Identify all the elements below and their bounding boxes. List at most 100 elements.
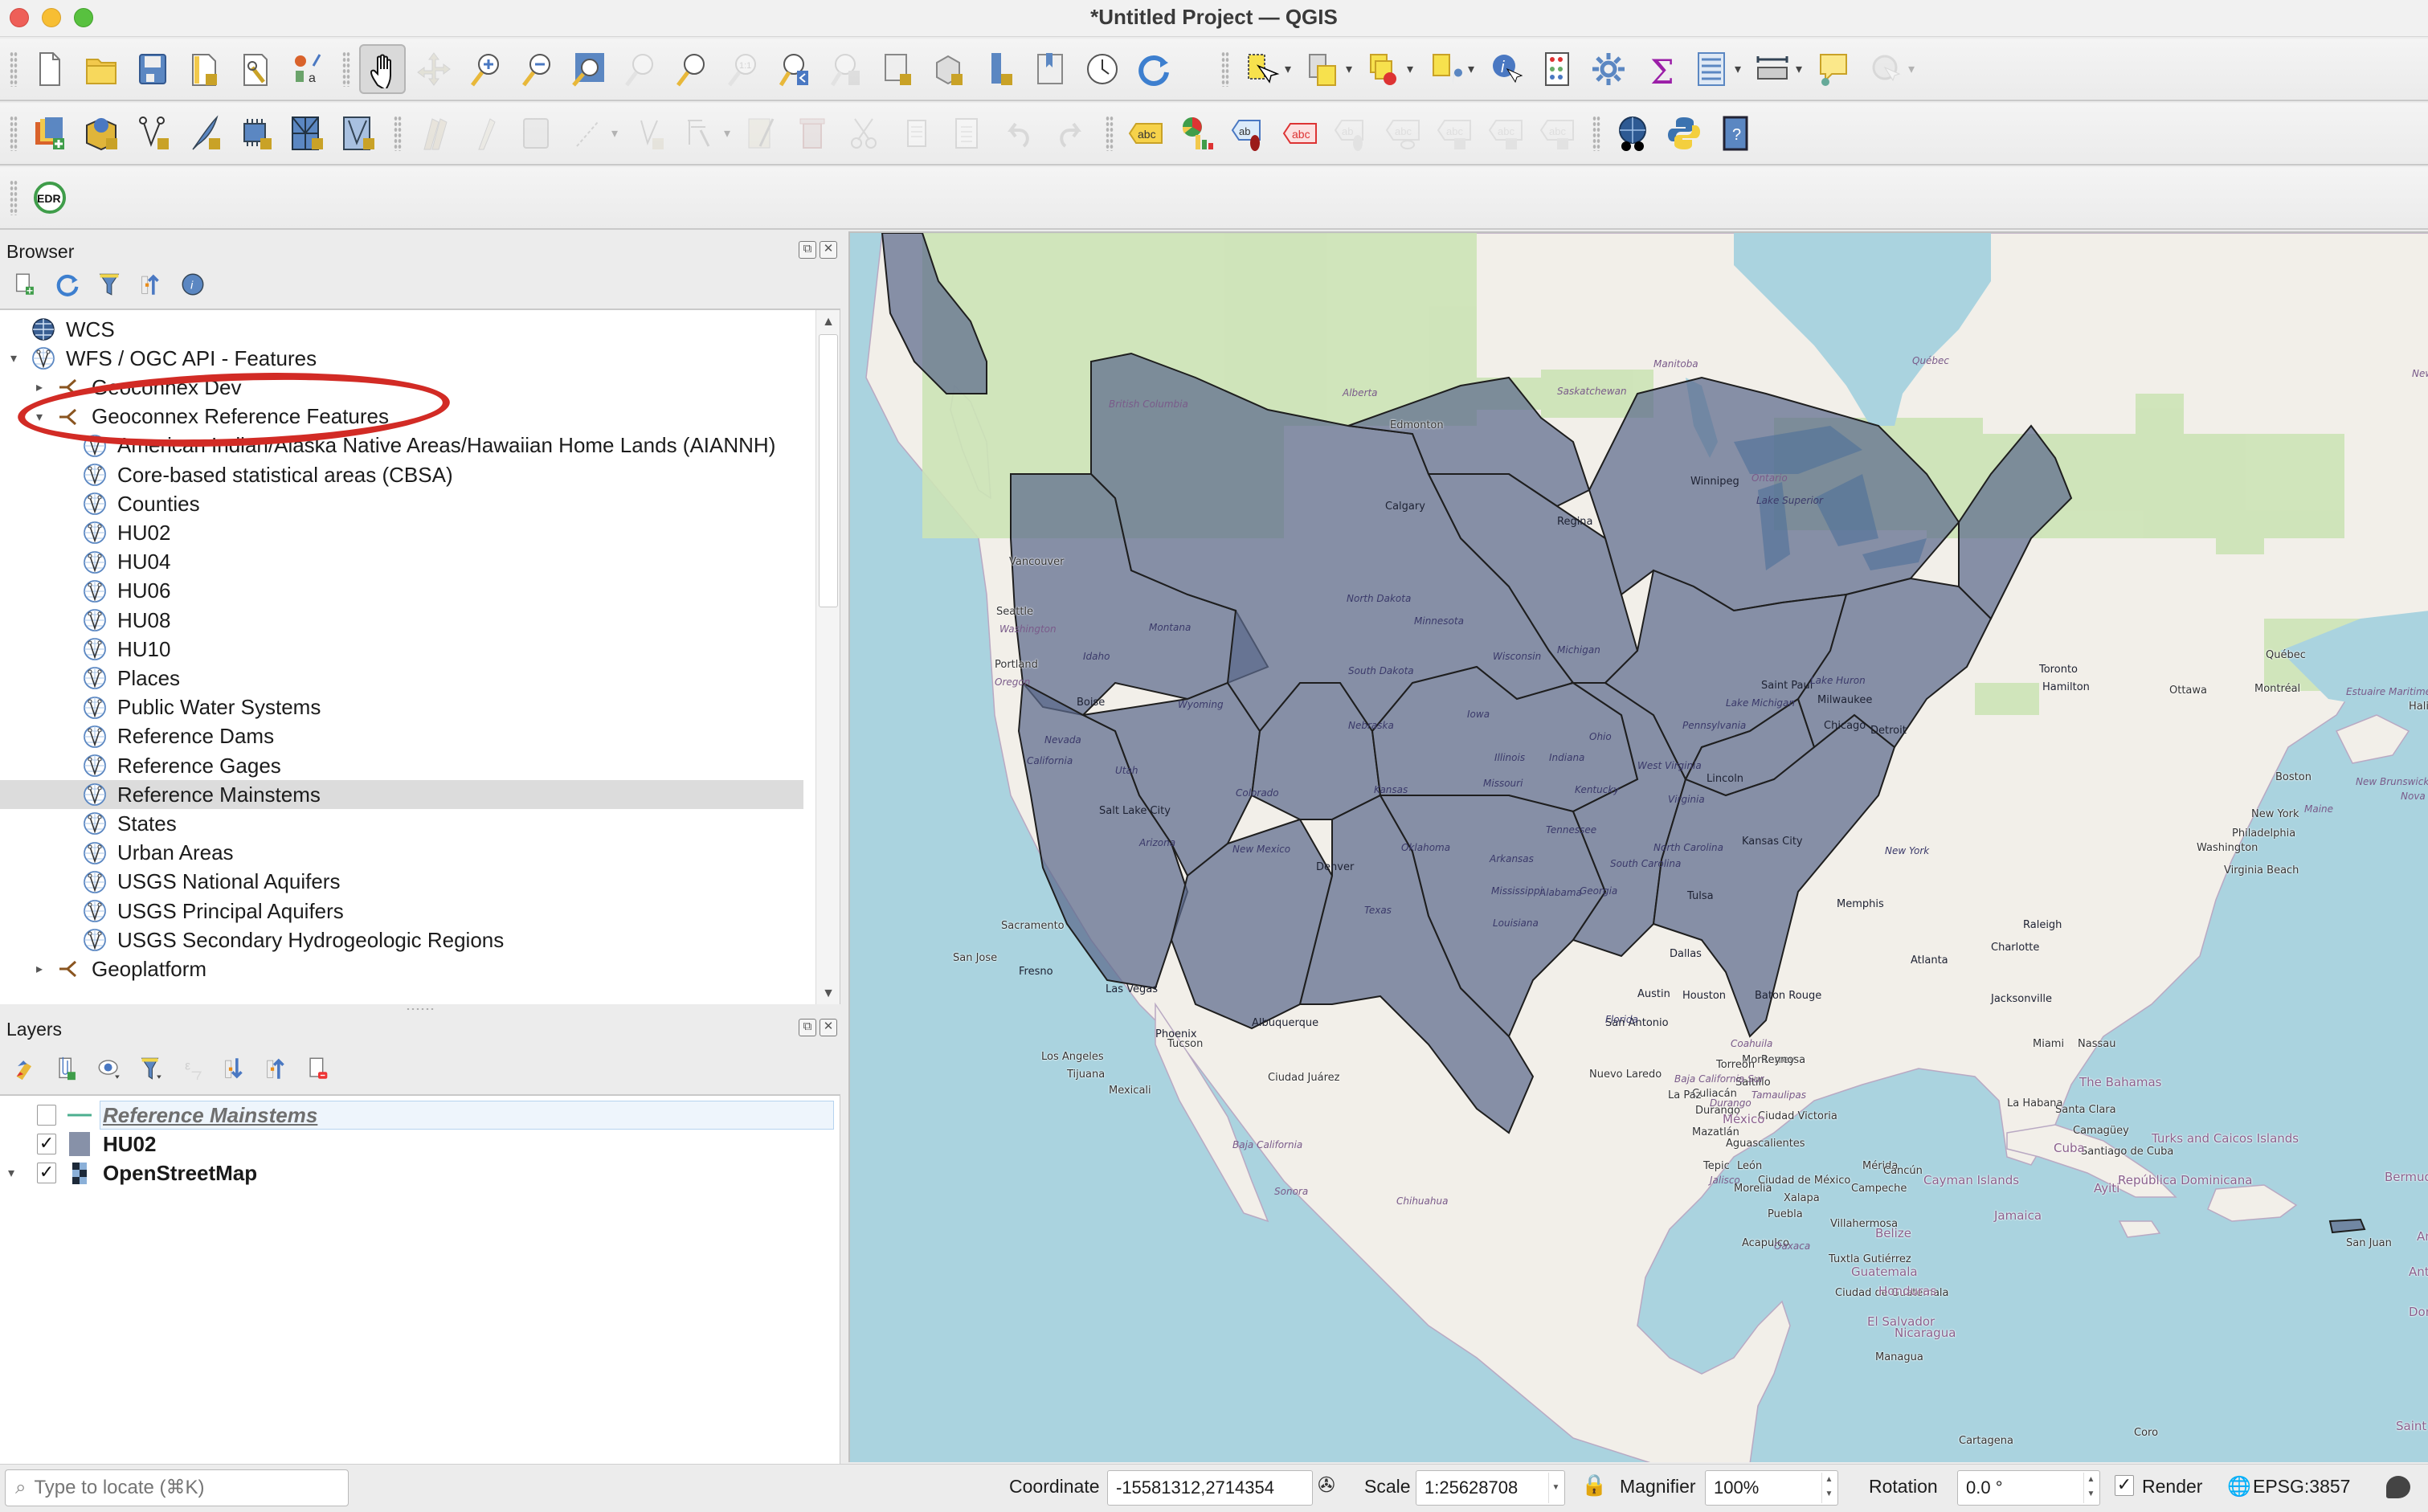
layout-manager-button[interactable] xyxy=(232,44,279,94)
scroll-up-icon[interactable]: ▲ xyxy=(816,310,840,334)
close-panel-button[interactable]: ✕ xyxy=(820,1019,837,1036)
vertex-tool-button[interactable] xyxy=(626,108,672,158)
layer-tree-item[interactable]: ▾ ✓ OpenStreetMap xyxy=(0,1159,836,1187)
metasearch-button[interactable] xyxy=(1609,108,1656,158)
save-project-button[interactable] xyxy=(129,44,176,94)
edr-plugin-button[interactable]: EDR xyxy=(27,173,73,223)
save-layer-edits-button[interactable] xyxy=(513,108,560,158)
multi-edit-button[interactable] xyxy=(738,108,785,158)
browser-tree-item[interactable]: American Indian/Alaska Native Areas/Hawa… xyxy=(0,431,803,460)
statistical-summary-button[interactable]: Σ xyxy=(1637,44,1683,94)
map-canvas[interactable]: Edmonton Calgary Regina Winnipeg Vancouver Se… xyxy=(848,231,2428,1462)
browser-tree-item[interactable]: HU10 xyxy=(0,635,803,664)
undo-button[interactable] xyxy=(995,108,1042,158)
change-label-properties-button[interactable]: abc xyxy=(1534,108,1580,158)
expand-arrow-closed-icon[interactable]: ▸ xyxy=(32,379,47,395)
browser-tree-item[interactable]: Public Water Systems xyxy=(0,693,803,722)
browser-tree-item[interactable]: Reference Dams xyxy=(0,722,803,751)
layer-visibility-checkbox[interactable] xyxy=(37,1105,56,1126)
new-virtual-layer-button[interactable] xyxy=(232,108,279,158)
spin-arrows-icon[interactable]: ▲ ▼ xyxy=(2083,1473,2098,1503)
browser-tree-item[interactable]: USGS National Aquifers xyxy=(0,868,803,897)
rotation-spinbox[interactable]: 0.0 ° ▲ ▼ xyxy=(1957,1470,2100,1506)
toolbar-grip[interactable] xyxy=(10,51,18,87)
open-layer-styling-panel-button[interactable] xyxy=(10,1052,42,1085)
add-group-button[interactable] xyxy=(51,1052,84,1085)
python-console-button[interactable] xyxy=(1661,108,1707,158)
open-field-calculator-button[interactable] xyxy=(1534,44,1580,94)
magnifier-spinbox[interactable]: 100% ▲ ▼ xyxy=(1705,1470,1838,1506)
select-features-button[interactable] xyxy=(1238,44,1285,94)
pan-map-button[interactable] xyxy=(359,44,406,94)
zoom-next-button[interactable] xyxy=(822,44,869,94)
show-spatial-bookmarks-button[interactable] xyxy=(1028,44,1074,94)
add-feature-button[interactable] xyxy=(565,108,611,158)
zoom-in-button[interactable] xyxy=(462,44,509,94)
scale-combobox[interactable]: 1:25628708 ▼ xyxy=(1416,1470,1565,1506)
toolbar-grip[interactable] xyxy=(342,51,350,87)
new-print-layout-button[interactable] xyxy=(181,44,227,94)
zoom-out-button[interactable] xyxy=(513,44,560,94)
coordinate-field[interactable]: -15581312,2714354 xyxy=(1107,1470,1313,1506)
rotate-label-button[interactable]: abc xyxy=(1482,108,1529,158)
manage-map-themes-button[interactable] xyxy=(93,1052,125,1085)
layer-tree-item[interactable]: Reference Mainstems xyxy=(0,1101,836,1130)
pin-unpin-labels-button[interactable]: ab xyxy=(1328,108,1375,158)
new-mesh-layer-button[interactable] xyxy=(284,108,330,158)
layers-tree[interactable]: Reference Mainstems ✓ HU02 ▾ ✓ OpenStreetMap xyxy=(0,1094,840,1464)
browser-tree[interactable]: WCS ▾ WFS / OGC API - Features ▸ Geoconnex D… xyxy=(0,309,840,1004)
chevron-down-icon[interactable]: ▾ xyxy=(1906,53,1917,85)
zoom-last-button[interactable] xyxy=(771,44,817,94)
new-shapefile-layer-button[interactable] xyxy=(129,108,176,158)
browser-tree-item[interactable]: HU08 xyxy=(0,606,803,635)
browser-tree-item[interactable]: ▸ Geoconnex Dev xyxy=(0,373,803,402)
zoom-native-button[interactable]: 1:1 xyxy=(719,44,766,94)
open-attribute-table-button[interactable] xyxy=(1688,44,1735,94)
copy-features-button[interactable] xyxy=(893,108,939,158)
panel-splitter[interactable] xyxy=(0,1004,842,1014)
move-label-button[interactable]: abc xyxy=(1431,108,1478,158)
layer-diagram-options-button[interactable] xyxy=(1174,108,1220,158)
collapse-all-button[interactable] xyxy=(260,1052,292,1085)
new-map-view-button[interactable] xyxy=(873,44,920,94)
paste-features-button[interactable] xyxy=(944,108,991,158)
crs-button[interactable]: EPSG:3857 xyxy=(2253,1476,2350,1498)
spin-arrows-icon[interactable]: ▲ ▼ xyxy=(1821,1473,1836,1503)
render-checkbox[interactable]: ✓ xyxy=(2115,1475,2134,1496)
cut-features-button[interactable] xyxy=(841,108,888,158)
toolbar-grip[interactable] xyxy=(1221,51,1229,87)
processing-toolbox-button[interactable] xyxy=(1585,44,1632,94)
run-feature-action-button[interactable] xyxy=(1862,44,1908,94)
lock-scale-icon[interactable]: 🔒 xyxy=(1581,1473,1607,1498)
browser-tree-item[interactable]: ▾ WFS / OGC API - Features xyxy=(0,344,803,373)
deselect-all-button[interactable] xyxy=(1360,44,1407,94)
scroll-down-icon[interactable]: ▼ xyxy=(816,982,840,1004)
browser-tree-item[interactable]: USGS Secondary Hydrogeologic Regions xyxy=(0,926,803,954)
style-manager-button[interactable]: a xyxy=(284,44,330,94)
filter-legend-button[interactable] xyxy=(135,1052,167,1085)
zoom-to-selection-button[interactable] xyxy=(616,44,663,94)
expand-arrow-open-icon[interactable]: ▾ xyxy=(8,1165,14,1181)
new-geopackage-layer-button[interactable] xyxy=(78,108,125,158)
toggle-display-unplaced-labels-button[interactable]: abc xyxy=(1277,108,1323,158)
add-selected-layers-button[interactable] xyxy=(10,268,42,300)
pan-to-selection-button[interactable] xyxy=(411,44,457,94)
new-gps-layer-button[interactable] xyxy=(335,108,382,158)
expand-arrow-closed-icon[interactable]: ▸ xyxy=(32,961,47,977)
browser-tree-item[interactable]: HU02 xyxy=(0,518,803,547)
chevron-down-icon[interactable]: ▼ xyxy=(1548,1473,1563,1503)
measure-line-button[interactable] xyxy=(1749,44,1796,94)
crs-globe-icon[interactable]: 🌐 xyxy=(2227,1475,2251,1498)
remove-layer-button[interactable] xyxy=(302,1052,334,1085)
expand-arrow-open-icon[interactable]: ▾ xyxy=(32,409,47,425)
browser-tree-item[interactable]: HU06 xyxy=(0,577,803,606)
chevron-down-icon[interactable]: ▾ xyxy=(609,117,620,149)
browser-scrollbar[interactable]: ▲ ▼ xyxy=(815,310,840,1004)
messages-icon[interactable] xyxy=(2386,1476,2410,1498)
new-project-button[interactable] xyxy=(27,44,73,94)
browser-tree-item[interactable]: USGS Principal Aquifers xyxy=(0,897,803,926)
toolbar-grip[interactable] xyxy=(1106,116,1114,151)
browser-tree-item[interactable]: WCS xyxy=(0,315,803,344)
zoom-full-button[interactable] xyxy=(565,44,611,94)
new-spatial-bookmark-button[interactable] xyxy=(976,44,1023,94)
